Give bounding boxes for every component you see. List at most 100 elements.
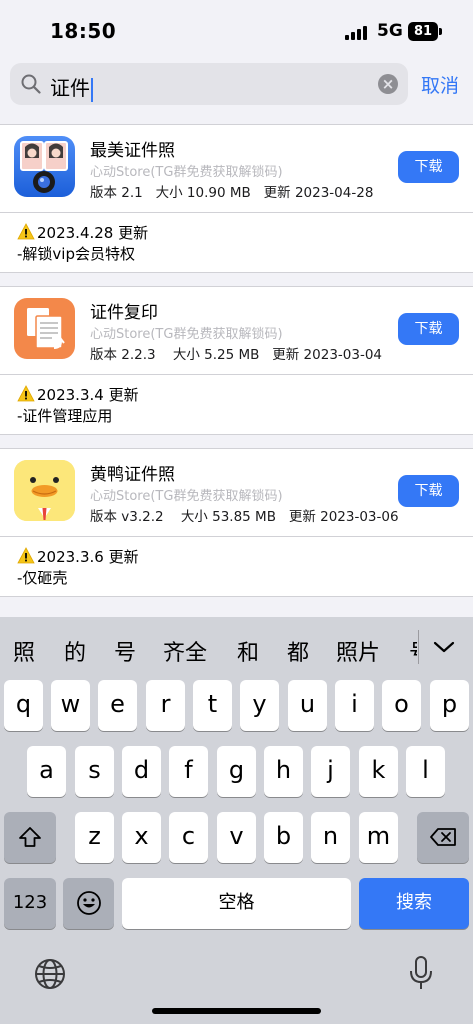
candidate-word[interactable]: 和 xyxy=(237,635,259,667)
search-input[interactable]: 证件 × xyxy=(10,63,408,105)
signal-icon xyxy=(345,24,369,40)
section-gap xyxy=(0,435,473,448)
key-e[interactable]: e xyxy=(98,680,137,731)
chevron-down-icon[interactable] xyxy=(432,637,456,657)
candidate-divider xyxy=(418,630,419,664)
battery-tip xyxy=(439,28,442,35)
app-source: 心动Store(TG群免费获取解锁码) xyxy=(90,489,283,504)
key-p[interactable]: p xyxy=(430,680,469,731)
result-card[interactable]: 最美证件照 心动Store(TG群免费获取解锁码) 版本 2.1 大小 10.9… xyxy=(0,124,473,213)
key-b[interactable]: b xyxy=(264,812,303,863)
note-title: 2023.3.6 更新 xyxy=(37,548,139,566)
home-indicator[interactable] xyxy=(152,1008,321,1014)
key-k[interactable]: k xyxy=(359,746,398,797)
candidate-word[interactable]: 齐全 xyxy=(163,635,207,667)
update-note: 2023.3.4 更新 -证件管理应用 xyxy=(0,375,473,435)
app-size: 大小 5.25 MB xyxy=(172,347,260,363)
key-d[interactable]: d xyxy=(122,746,161,797)
space-key[interactable]: 空格 xyxy=(122,878,351,929)
search-icon xyxy=(21,74,41,94)
key-h[interactable]: h xyxy=(264,746,303,797)
key-m[interactable]: m xyxy=(359,812,398,863)
app-meta: 版本 2.1 大小 10.90 MB 更新 2023-04-28 xyxy=(90,181,373,201)
note-body: -解锁vip会员特权 xyxy=(17,245,135,263)
yellow-duck-icon xyxy=(14,460,75,521)
app-source: 心动Store(TG群免费获取解锁码) xyxy=(90,327,283,342)
candidate-word[interactable]: 号 xyxy=(114,635,136,667)
candidate-word[interactable]: 号 xyxy=(409,635,417,667)
document-copy-icon xyxy=(14,298,75,359)
candidate-word[interactable]: 的 xyxy=(64,635,86,667)
shift-key[interactable] xyxy=(4,812,56,863)
cancel-button[interactable]: 取消 xyxy=(421,71,459,98)
note-title: 2023.4.28 更新 xyxy=(37,224,149,242)
results-list: 最美证件照 心动Store(TG群免费获取解锁码) 版本 2.1 大小 10.9… xyxy=(0,124,473,597)
key-u[interactable]: u xyxy=(288,680,327,731)
key-j[interactable]: j xyxy=(311,746,350,797)
download-button[interactable]: 下载 xyxy=(398,151,459,183)
key-g[interactable]: g xyxy=(217,746,256,797)
search-row: 证件 × 取消 xyxy=(0,60,473,124)
photo-portrait-camera-icon xyxy=(14,136,75,197)
key-l[interactable]: l xyxy=(406,746,445,797)
app-name: 黄鸭证件照 xyxy=(90,465,175,485)
note-title-row: 2023.3.6 更新 xyxy=(17,546,139,567)
note-title-row: 2023.3.4 更新 xyxy=(17,384,139,405)
app-meta: 版本 v3.2.2 大小 53.85 MB 更新 2023-03-06 xyxy=(90,505,399,525)
search-key[interactable]: 搜索 xyxy=(359,878,469,929)
app-version: 版本 v3.2.2 xyxy=(90,509,164,525)
key-n[interactable]: n xyxy=(311,812,350,863)
note-body: -仅砸壳 xyxy=(17,569,68,587)
app-name: 证件复印 xyxy=(90,303,158,323)
keyboard: 照 的 号 齐全 和 都 照片 号 q w e r t y u i o p a … xyxy=(0,617,473,1024)
candidate-word[interactable]: 都 xyxy=(287,635,309,667)
emoji-key[interactable] xyxy=(63,878,114,929)
key-t[interactable]: t xyxy=(193,680,232,731)
key-f[interactable]: f xyxy=(169,746,208,797)
app-meta: 版本 2.2.3 大小 5.25 MB 更新 2023-03-04 xyxy=(90,343,382,363)
key-y[interactable]: y xyxy=(240,680,279,731)
shift-icon xyxy=(19,827,41,847)
app-update: 更新 2023-03-06 xyxy=(288,509,399,525)
note-title-row: 2023.4.28 更新 xyxy=(17,222,148,243)
key-q[interactable]: q xyxy=(4,680,43,731)
app-size: 大小 53.85 MB xyxy=(180,509,276,525)
section-gap xyxy=(0,273,473,286)
emoji-icon xyxy=(76,891,101,915)
globe-icon[interactable] xyxy=(33,957,67,991)
text-caret xyxy=(91,77,93,102)
backspace-icon xyxy=(430,828,456,846)
candidate-word[interactable]: 照片 xyxy=(336,635,380,667)
key-x[interactable]: x xyxy=(122,812,161,863)
key-z[interactable]: z xyxy=(75,812,114,863)
key-w[interactable]: w xyxy=(51,680,90,731)
warning-icon xyxy=(17,385,35,402)
status-time: 18:50 xyxy=(50,19,117,43)
update-note: 2023.4.28 更新 -解锁vip会员特权 xyxy=(0,213,473,273)
delete-key[interactable] xyxy=(417,812,469,863)
result-card[interactable]: 证件复印 心动Store(TG群免费获取解锁码) 版本 2.2.3 大小 5.2… xyxy=(0,286,473,375)
key-c[interactable]: c xyxy=(169,812,208,863)
key-o[interactable]: o xyxy=(382,680,421,731)
microphone-icon[interactable] xyxy=(408,955,434,991)
download-button[interactable]: 下载 xyxy=(398,313,459,345)
status-bar: 18:50 5G 81 xyxy=(0,0,473,60)
numbers-key[interactable]: 123 xyxy=(4,878,56,929)
key-s[interactable]: s xyxy=(75,746,114,797)
result-card[interactable]: 黄鸭证件照 心动Store(TG群免费获取解锁码) 版本 v3.2.2 大小 5… xyxy=(0,448,473,537)
key-r[interactable]: r xyxy=(146,680,185,731)
key-a[interactable]: a xyxy=(27,746,66,797)
download-button[interactable]: 下载 xyxy=(398,475,459,507)
key-v[interactable]: v xyxy=(217,812,256,863)
key-i[interactable]: i xyxy=(335,680,374,731)
candidate-bar: 照 的 号 齐全 和 都 照片 号 xyxy=(0,617,473,679)
update-note: 2023.3.6 更新 -仅砸壳 xyxy=(0,537,473,597)
app-version: 版本 2.2.3 xyxy=(90,347,156,363)
network-type: 5G xyxy=(377,21,403,41)
app-size: 大小 10.90 MB xyxy=(155,185,251,201)
search-query: 证件 xyxy=(50,76,90,100)
app-name: 最美证件照 xyxy=(90,141,175,161)
clear-search-icon[interactable]: × xyxy=(378,74,398,94)
candidate-word[interactable]: 照 xyxy=(13,635,35,667)
search-query-wrapper: 证件 xyxy=(50,72,93,102)
